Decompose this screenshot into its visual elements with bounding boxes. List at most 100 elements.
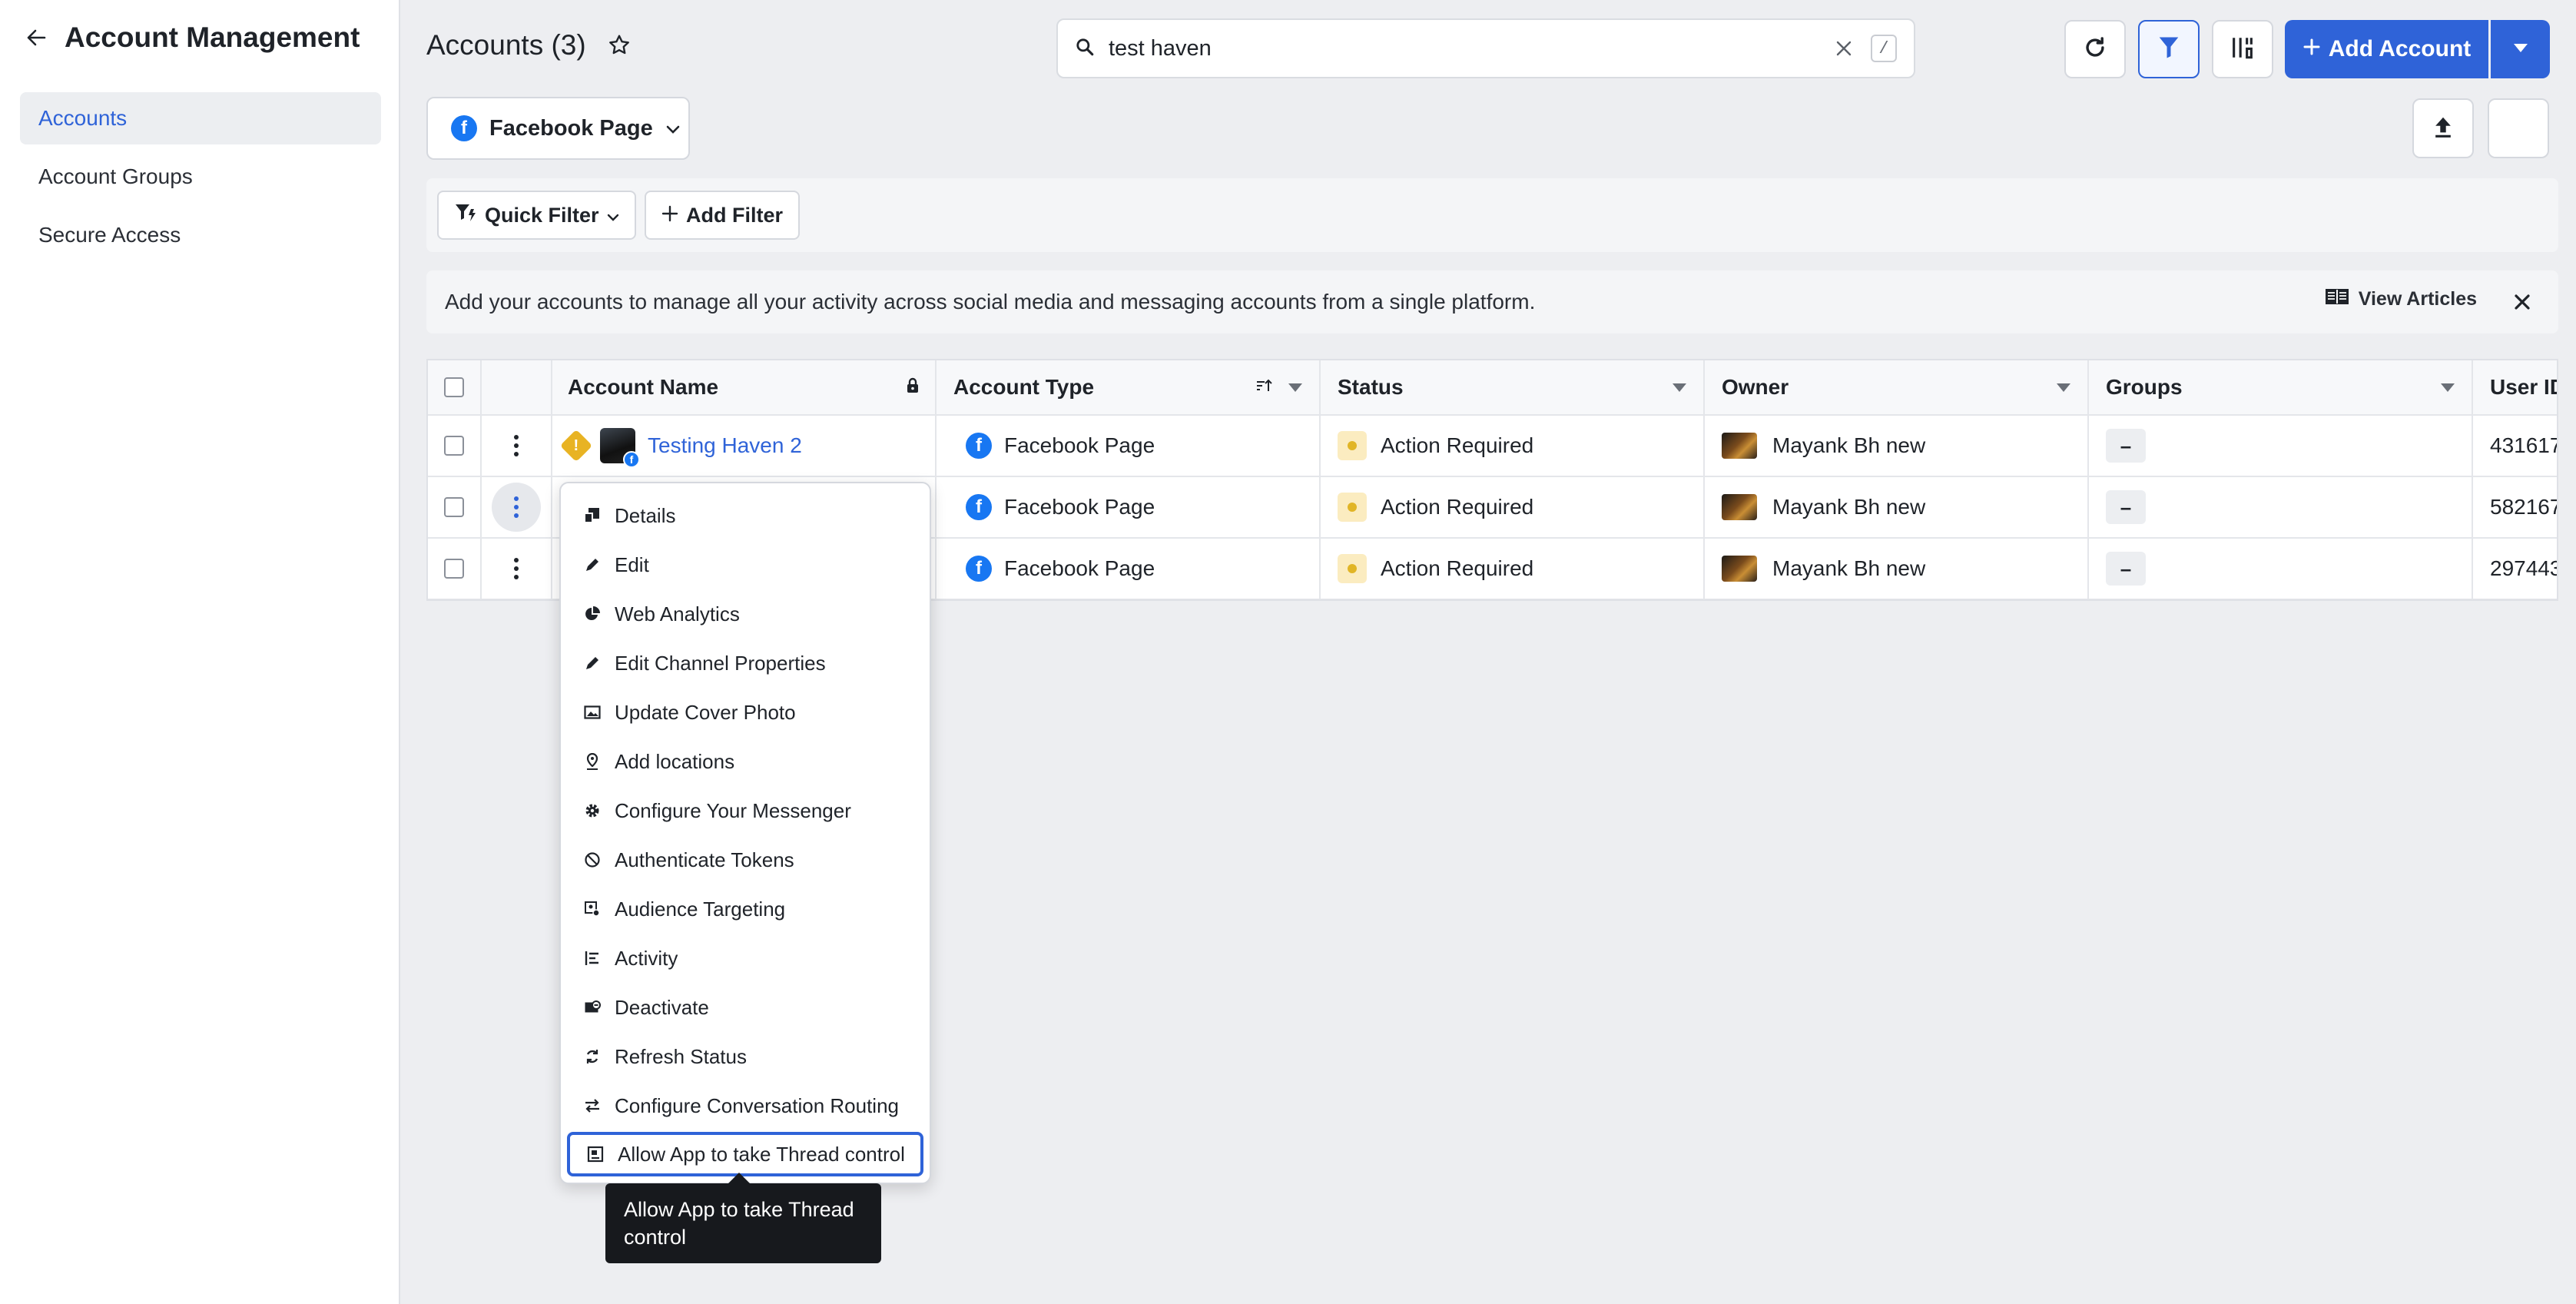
sort-icon[interactable] [1255,375,1273,400]
add-account-dropdown-button[interactable] [2491,20,2550,78]
user-id-cell: 431617 [2473,416,2557,476]
upload-icon [2432,114,2455,143]
menu-item-add-locations[interactable]: Add locations [567,737,923,786]
menu-item-allow-app-thread-control[interactable]: Allow App to take Thread control [567,1132,923,1176]
quick-filter-label: Quick Filter [485,203,599,227]
groups-cell: – [2089,477,2473,537]
more-actions-button[interactable] [2488,98,2549,158]
menu-item-label: Configure Your Messenger [615,798,851,822]
row-more-options-icon[interactable] [492,483,541,532]
row-checkbox[interactable] [444,559,464,579]
menu-item-refresh-status[interactable]: Refresh Status [567,1032,923,1081]
image-icon [584,704,601,721]
back-arrow-icon[interactable] [25,26,48,49]
select-all-cell [428,360,482,414]
banner-text: Add your accounts to manage all your act… [445,290,1536,314]
sidebar-item-account-groups[interactable]: Account Groups [20,151,381,203]
menu-item-label: Refresh Status [615,1044,747,1068]
column-menu-caret-icon[interactable] [1673,383,1686,392]
page-title: Accounts (3) [426,29,586,61]
row-context-menu: Details Edit Web Analytics Edit Channel … [559,482,931,1184]
menu-item-activity[interactable]: Activity [567,934,923,983]
row-more-options-icon[interactable] [492,421,541,470]
column-menu-caret-icon[interactable] [1288,383,1302,392]
export-button[interactable] [2412,98,2474,158]
location-pin-icon [584,753,601,770]
token-icon [584,851,601,868]
column-menu-caret-icon[interactable] [2441,383,2455,392]
add-filter-label: Add Filter [686,203,783,227]
pencil-icon [584,556,601,573]
menu-item-web-analytics[interactable]: Web Analytics [567,589,923,639]
search-input[interactable] [1109,35,1832,61]
status-text: Action Required [1381,433,1534,457]
account-type-cell: f Facebook Page [937,539,1321,599]
add-filter-button[interactable]: Add Filter [645,191,800,240]
select-all-checkbox[interactable] [444,377,464,397]
menu-item-label: Edit Channel Properties [615,651,826,675]
menu-item-details[interactable]: Details [567,491,923,540]
filter-bar: Quick Filter Add Filter [426,178,2558,252]
refresh-button[interactable] [2064,20,2126,78]
view-articles-link[interactable]: View Articles [2325,287,2477,311]
menu-item-label: Deactivate [615,995,709,1019]
menu-item-deactivate[interactable]: Deactivate [567,983,923,1032]
chevron-down-icon [607,204,619,227]
facebook-icon: f [966,433,992,459]
groups-cell: – [2089,416,2473,476]
menu-item-edit[interactable]: Edit [567,540,923,589]
account-name-link[interactable]: Testing Haven 2 [648,433,802,458]
quick-filter-button[interactable]: Quick Filter [437,191,636,240]
column-header-account-name[interactable]: Account Name [552,360,937,414]
sidebar-item-accounts[interactable]: Accounts [20,92,381,144]
user-id-text: 297443 [2490,556,2558,580]
owner-avatar [1722,433,1757,459]
channel-selector[interactable]: f Facebook Page [426,97,690,160]
column-header-groups[interactable]: Groups [2089,360,2473,414]
account-name-cell: ! f Testing Haven 2 [552,416,937,476]
info-banner: Add your accounts to manage all your act… [426,270,2558,333]
menu-item-configure-conversation-routing[interactable]: Configure Conversation Routing [567,1081,923,1130]
pie-chart-icon [584,606,601,622]
gear-icon [584,802,601,819]
row-checkbox[interactable] [444,436,464,456]
swap-arrows-icon [584,1097,601,1114]
sidebar: Account Management Accounts Account Grou… [0,0,400,1304]
row-checkbox[interactable] [444,497,464,517]
column-menu-caret-icon[interactable] [2057,383,2070,392]
menu-item-authenticate-tokens[interactable]: Authenticate Tokens [567,835,923,884]
menu-item-configure-your-messenger[interactable]: Configure Your Messenger [567,786,923,835]
row-actions-cell [482,477,552,537]
clear-search-icon[interactable] [1832,37,1855,60]
menu-item-label: Web Analytics [615,602,740,625]
star-icon[interactable] [606,32,632,58]
facebook-badge-icon: f [623,451,640,468]
plus-icon [2302,36,2321,62]
sidebar-item-secure-access[interactable]: Secure Access [20,209,381,261]
menu-item-label: Edit [615,552,649,576]
facebook-icon: f [451,115,477,141]
column-header-account-type[interactable]: Account Type [937,360,1321,414]
owner-avatar [1722,556,1757,582]
column-header-user-id[interactable]: User ID [2473,360,2557,414]
menu-item-edit-channel-properties[interactable]: Edit Channel Properties [567,639,923,688]
table-row[interactable]: ! f Testing Haven 2 f Facebook Page Acti… [428,416,2557,477]
row-actions-cell [482,539,552,599]
column-settings-button[interactable] [2212,20,2273,78]
owner-name: Mayank Bh new [1772,556,1926,580]
menu-item-update-cover-photo[interactable]: Update Cover Photo [567,688,923,737]
status-cell: Action Required [1321,539,1705,599]
add-account-label: Add Account [2328,36,2472,61]
warning-icon: ! [559,429,593,463]
activity-icon [584,950,601,967]
filter-toggle-button[interactable] [2138,20,2200,78]
column-header-status[interactable]: Status [1321,360,1705,414]
caret-down-icon [2513,42,2528,57]
menu-item-audience-targeting[interactable]: Audience Targeting [567,884,923,934]
column-header-label: Account Name [568,375,719,399]
account-type-cell: f Facebook Page [937,477,1321,537]
row-more-options-icon[interactable] [492,544,541,593]
column-header-owner[interactable]: Owner [1705,360,2089,414]
close-icon[interactable] [2508,287,2537,317]
add-account-button[interactable]: Add Account [2285,20,2488,78]
